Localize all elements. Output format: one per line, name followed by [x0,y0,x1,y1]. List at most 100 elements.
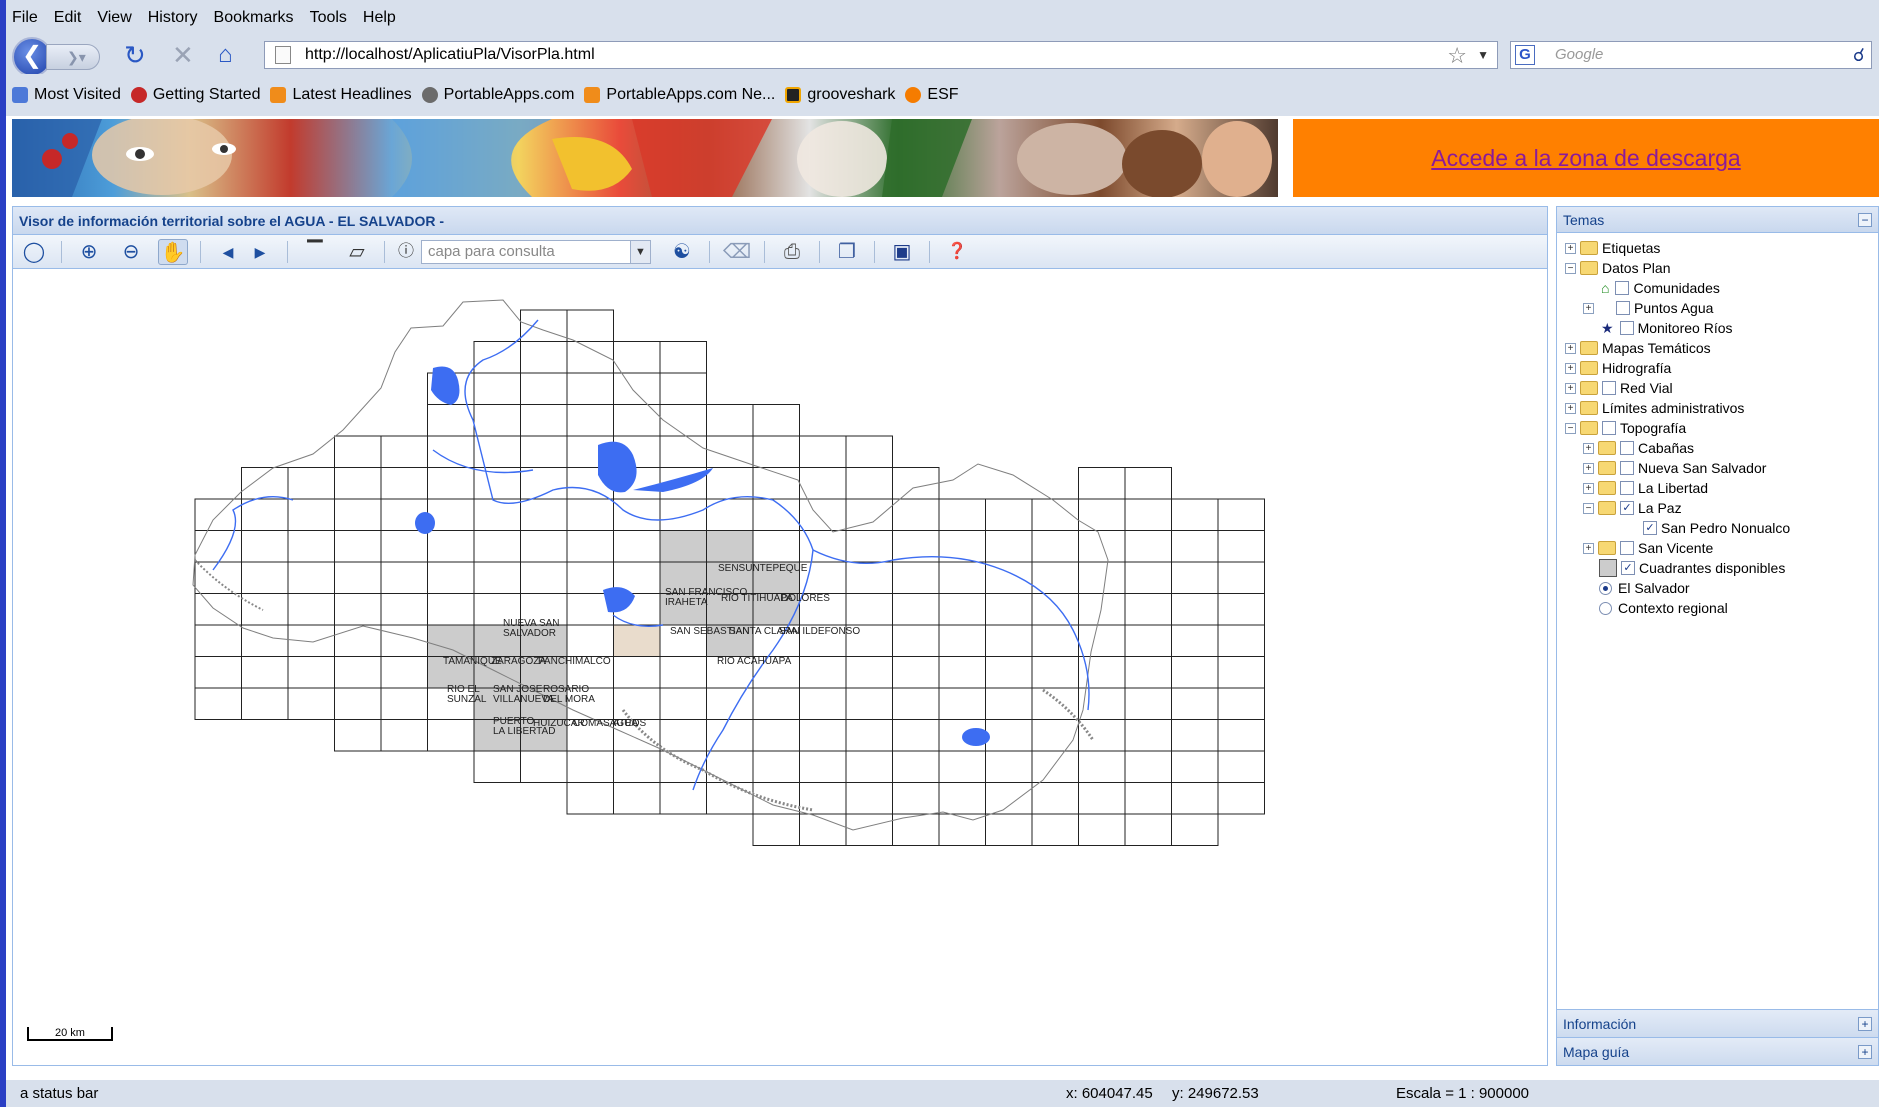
quadrant-cell[interactable] [1217,719,1265,752]
collapse-icon[interactable]: − [1565,422,1576,434]
quadrant-cell[interactable] [892,624,940,657]
expand-icon[interactable]: + [1583,482,1594,494]
quadrant-cell[interactable] [241,561,289,594]
quadrant-cell[interactable] [752,435,800,468]
quadrant-cell[interactable] [427,593,475,626]
help-icon[interactable]: ❓ [942,239,972,265]
quadrant-cell[interactable] [985,782,1033,815]
menu-file[interactable]: File [12,9,38,27]
tree-node[interactable]: + Límites administrativos [1565,397,1744,419]
quadrant-cell[interactable] [566,309,614,342]
quadrant-cell[interactable] [845,750,893,783]
quadrant-cell[interactable] [1031,624,1079,657]
bookmark-esf[interactable]: ESF [905,86,959,104]
quadrant-cell[interactable] [1171,687,1219,720]
quadrant-cell[interactable] [241,498,289,531]
quadrant-cell[interactable] [1031,561,1079,594]
quadrant-cell[interactable] [1217,530,1265,563]
quadrant-cell[interactable] [845,498,893,531]
quadrant-cell[interactable] [1078,593,1126,626]
tree-node[interactable]: + Etiquetas [1565,237,1660,259]
eraser-icon[interactable]: ⌫ [722,239,752,265]
layer-checkbox[interactable] [1602,421,1616,435]
quadrant-cell[interactable] [938,498,986,531]
quadrant-cell[interactable] [1031,656,1079,689]
quadrant-cell[interactable] [799,435,847,468]
quadrant-cell[interactable] [845,719,893,752]
quadrant-cell[interactable] [1217,593,1265,626]
quadrant-cell[interactable] [659,750,707,783]
quadrant-cell[interactable] [287,467,335,500]
expand-icon[interactable]: + [1565,402,1576,414]
quadrant-cell[interactable] [1217,561,1265,594]
quadrant-cell[interactable] [427,561,475,594]
tree-node[interactable]: + La Libertad [1583,477,1708,499]
quadrant-cell[interactable] [1124,782,1172,815]
quadrant-cell[interactable] [938,656,986,689]
quadrant-cell[interactable] [334,467,382,500]
quadrant-cell[interactable] [613,530,661,563]
quadrant-cell[interactable] [1171,561,1219,594]
layer-checkbox[interactable]: ✓ [1621,561,1635,575]
quadrant-cell[interactable] [1171,530,1219,563]
layer-checkbox[interactable] [1616,301,1630,315]
menu-view[interactable]: View [97,9,131,27]
quadrant-cell[interactable] [380,467,428,500]
quadrant-cell[interactable] [1124,687,1172,720]
quadrant-cell[interactable] [287,498,335,531]
layer-checkbox[interactable]: ✓ [1620,501,1634,515]
bookmark-grooveshark[interactable]: grooveshark [785,86,895,104]
quadrant-cell[interactable] [613,656,661,689]
measure-distance-icon[interactable]: ▔ [300,239,330,265]
quadrant-cell[interactable] [799,467,847,500]
quadrant-cell[interactable] [1217,750,1265,783]
stop-icon[interactable]: ✕ [172,40,194,70]
quadrant-cell[interactable] [752,687,800,720]
quadrant-cell[interactable] [985,813,1033,846]
quadrant-cell[interactable] [1031,813,1079,846]
quadrant-cell[interactable] [1124,719,1172,752]
quadrant-cell[interactable] [194,687,242,720]
zoom-extent-icon[interactable]: ◯ [19,239,49,265]
quadrant-cell[interactable] [1078,750,1126,783]
quadrant-cell[interactable] [1171,719,1219,752]
chevron-down-icon[interactable]: ▼ [630,240,650,263]
expand-icon[interactable]: + [1565,382,1576,394]
bookmark-star-icon[interactable]: ☆ [1447,43,1467,69]
quadrant-cell[interactable] [845,782,893,815]
available-quadrant[interactable] [427,624,475,657]
quadrant-cell[interactable] [706,404,754,437]
menu-tools[interactable]: Tools [310,9,347,27]
url-bar[interactable]: http://localhost/AplicatiuPla/VisorPla.h… [264,41,1498,69]
google-icon[interactable]: G [1515,45,1535,65]
quadrant-cell[interactable] [1124,561,1172,594]
quadrant-cell[interactable] [1217,624,1265,657]
quadrant-cell[interactable] [1031,782,1079,815]
quadrant-cell[interactable] [985,593,1033,626]
quadrant-cell[interactable] [1171,593,1219,626]
quadrant-cell[interactable] [1031,530,1079,563]
quadrant-cell[interactable] [380,561,428,594]
quadrant-cell[interactable] [1124,498,1172,531]
quadrant-cell[interactable] [287,530,335,563]
tree-node[interactable]: + Puntos Agua [1583,297,1713,319]
quadrant-cell[interactable] [613,782,661,815]
quadrant-cell[interactable] [613,341,661,374]
quadrant-cell[interactable] [892,687,940,720]
quadrant-cell[interactable] [845,687,893,720]
quadrant-cell[interactable] [1124,467,1172,500]
bookmark-most-visited[interactable]: Most Visited [12,86,121,104]
quadrant-cell[interactable] [845,467,893,500]
quadrant-cell[interactable] [845,435,893,468]
layer-checkbox[interactable] [1619,321,1634,335]
quadrant-cell[interactable] [473,561,521,594]
quadrant-cell[interactable] [194,656,242,689]
layer-checkbox[interactable] [1620,541,1634,555]
tree-node[interactable]: − ✓ La Paz [1583,497,1682,519]
quadrant-cell[interactable] [799,656,847,689]
quadrant-cell[interactable] [1124,750,1172,783]
binoculars-icon[interactable]: ☯ [667,239,697,265]
quadrant-cell[interactable] [752,750,800,783]
quadrant-cell[interactable] [938,687,986,720]
quadrant-cell[interactable] [659,372,707,405]
